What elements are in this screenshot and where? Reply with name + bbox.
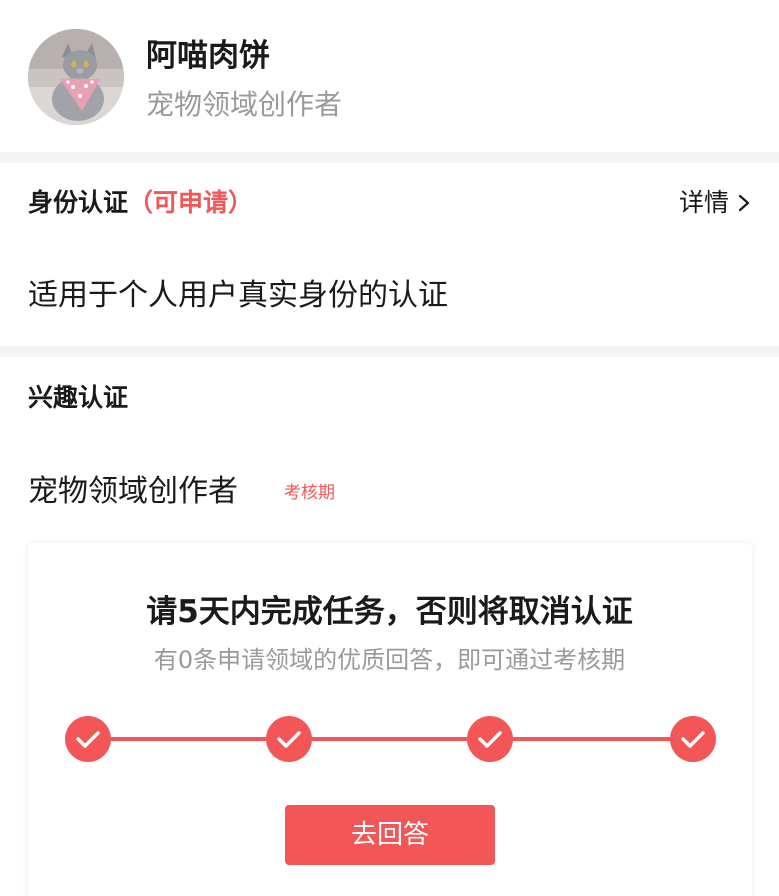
chevron-right-icon	[738, 194, 750, 212]
check-icon	[76, 731, 100, 748]
profile-header: 阿喵肉饼 宠物领域创作者	[0, 0, 779, 152]
progress-step	[670, 716, 716, 762]
check-icon	[478, 731, 502, 748]
cat-avatar-image	[28, 29, 124, 125]
progress-connector	[111, 737, 266, 741]
section-divider	[0, 346, 779, 357]
identity-title-label: 身份认证	[28, 188, 129, 217]
interest-section-title: 兴趣认证	[28, 383, 129, 412]
progress-connector	[312, 737, 467, 741]
user-title: 宠物领域创作者	[146, 88, 343, 121]
detail-label: 详情	[678, 188, 729, 217]
task-progress	[65, 716, 716, 762]
user-name: 阿喵肉饼	[146, 38, 270, 74]
progress-step	[65, 716, 111, 762]
identity-status-label: （可申请）	[128, 188, 254, 217]
progress-connector	[513, 737, 670, 741]
task-heading: 请5天内完成任务，否则将取消认证	[146, 594, 633, 630]
progress-step	[266, 716, 312, 762]
identity-description: 适用于个人用户真实身份的认证	[28, 278, 448, 313]
identity-detail-link[interactable]: 详情	[679, 186, 751, 220]
interest-field-name: 宠物领域创作者	[28, 474, 238, 509]
check-icon	[277, 731, 301, 748]
progress-step	[467, 716, 513, 762]
identity-section-title: 身份认证（可申请）	[28, 186, 253, 220]
go-answer-button[interactable]: 去回答	[285, 805, 495, 865]
task-subtext: 有0条申请领域的优质回答，即可通过考核期	[153, 646, 626, 674]
avatar	[28, 29, 124, 125]
review-period-badge: 考核期	[284, 483, 335, 503]
section-divider	[0, 152, 779, 163]
certification-page: 阿喵肉饼 宠物领域创作者 身份认证（可申请） 详情 适用于个人用户真实身份的认证…	[0, 0, 779, 896]
check-icon	[681, 731, 705, 748]
